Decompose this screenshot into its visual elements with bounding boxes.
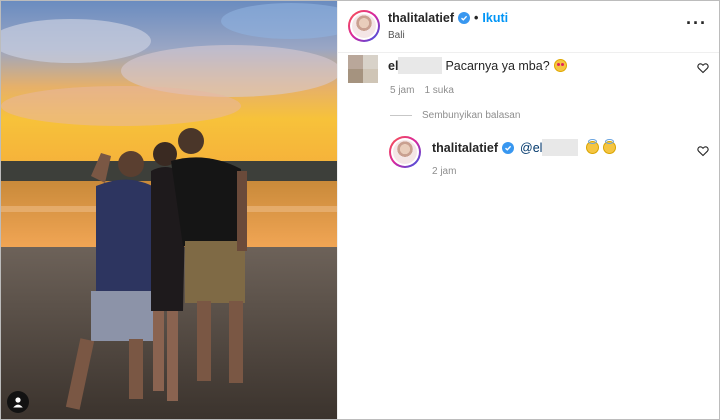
angel-emoji — [603, 139, 617, 154]
reply-mention[interactable]: @el — [520, 141, 542, 155]
redacted-username-block — [542, 139, 579, 156]
author-info: thalitalatief • Ikuti — [388, 11, 508, 25]
comment-time[interactable]: 5 jam — [390, 85, 414, 96]
author-username[interactable]: thalitalatief — [388, 11, 454, 25]
author-avatar[interactable] — [348, 10, 380, 42]
verified-badge-icon — [458, 12, 470, 24]
follow-button[interactable]: Ikuti — [482, 11, 508, 25]
reply-username[interactable]: thalitalatief — [432, 141, 498, 155]
separator-dot: • — [474, 11, 479, 25]
angel-emoji — [586, 139, 600, 154]
redacted-username-block — [398, 57, 443, 74]
reply-meta: 2 jam — [432, 166, 456, 177]
reply-author-avatar[interactable] — [389, 136, 421, 168]
hide-replies-label: Sembunyikan balasan — [422, 110, 521, 121]
comment-body: el Pacarnya ya mba? — [388, 57, 567, 74]
person-tag-icon[interactable] — [7, 391, 29, 413]
verified-badge-icon — [502, 141, 514, 154]
comment-likes[interactable]: 1 suka — [424, 85, 453, 96]
replies-divider-line — [390, 115, 412, 116]
hide-replies-button[interactable]: Sembunyikan balasan — [390, 110, 520, 121]
post-photo[interactable] — [1, 1, 337, 419]
instagram-post-window: thalitalatief • Ikuti Bali ··· el Pacarn… — [0, 0, 720, 420]
reply-time[interactable]: 2 jam — [432, 166, 456, 177]
commenter-avatar[interactable] — [348, 55, 378, 83]
post-location[interactable]: Bali — [388, 30, 405, 41]
comment-meta: 5 jam 1 suka — [390, 85, 454, 96]
beach-sunset-photo — [1, 1, 337, 419]
heart-eyes-emoji — [553, 59, 567, 72]
reply-like-heart-icon[interactable] — [697, 145, 709, 157]
post-header: thalitalatief • Ikuti Bali ··· — [338, 1, 719, 53]
post-details-panel: thalitalatief • Ikuti Bali ··· el Pacarn… — [337, 1, 719, 419]
comment-like-heart-icon[interactable] — [697, 62, 709, 74]
more-options-icon[interactable]: ··· — [686, 14, 707, 32]
commenter-username[interactable]: el — [388, 59, 398, 73]
reply-body: thalitalatief @el — [432, 139, 617, 156]
comment-text: Pacarnya ya mba? — [445, 58, 550, 73]
